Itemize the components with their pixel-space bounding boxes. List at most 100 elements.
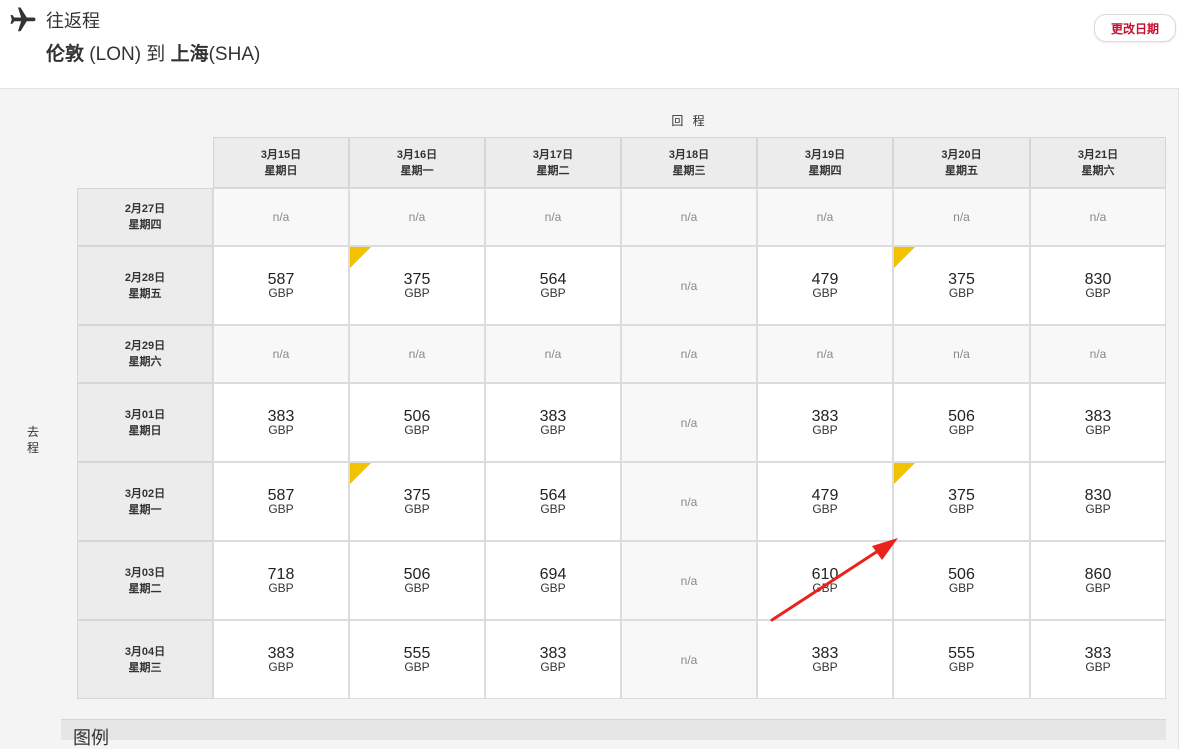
fare-na-text: n/a [680,278,698,293]
fare-price: 479 [811,270,839,288]
fare-na-text: n/a [680,573,698,588]
fare-currency: GBP [812,580,838,595]
fare-cell[interactable]: 383 GBP [757,383,893,462]
fare-cell-unavailable: n/a [349,325,485,383]
fare-price: 383 [539,407,567,425]
return-date-header: 3月16日 星期一 [349,137,485,188]
fare-currency: GBP [540,422,566,437]
depart-date-header: 2月29日星期六 [77,325,213,383]
fare-currency: GBP [268,659,294,674]
legend-section: 图例 [61,719,1166,748]
fare-na-text: n/a [1089,347,1107,361]
return-date: 3月15日 [260,148,302,161]
fare-na-text: n/a [272,347,290,361]
depart-date-header: 3月01日 星期日 [77,383,213,462]
fare-currency: GBP [404,422,430,437]
fare-cell[interactable]: 375 GBP [349,246,485,325]
fare-currency: GBP [404,501,430,516]
fare-cell[interactable]: 555 GBP [349,620,485,699]
fare-cell[interactable]: 375 GBP [893,246,1030,325]
return-date-header: 3月21日 星期六 [1030,137,1166,188]
depart-date: 2月29日 [124,340,166,352]
fare-cell[interactable]: 375 GBP [893,462,1030,541]
depart-weekday: 星期三 [128,661,162,674]
fare-cell[interactable]: 564 GBP [485,462,621,541]
fare-cell[interactable]: 555 GBP [893,620,1030,699]
return-weekday: 星期三 [672,164,706,177]
fare-cell-unavailable: n/a [621,620,757,699]
fare-cell[interactable]: 383 GBP [213,383,349,462]
fare-na-text: n/a [544,347,562,361]
fare-cell[interactable]: 718 GBP [213,541,349,620]
fare-na-text: n/a [816,347,834,361]
depart-date: 3月03日 [124,566,166,579]
fare-price: 506 [948,565,975,583]
fare-price: 610 [811,565,839,583]
return-date: 3月17日 [532,148,574,161]
fare-cell[interactable]: 383 GBP [757,620,893,699]
fare-cell[interactable]: 564 GBP [485,246,621,325]
fare-cell[interactable]: 610 GBP [757,541,893,620]
fare-currency: GBP [268,422,294,437]
fare-cell[interactable]: 383 GBP [213,620,349,699]
fare-cell[interactable]: 506 GBP [349,383,485,462]
fare-cell[interactable]: 383 GBP [1030,620,1166,699]
fare-matrix-grid: 3月15日 星期日 3月16日 星期一 3月17日 星期二 3月18日 星期三 3月19日 星期四… [0,0,1193,732]
fare-cell[interactable]: 506 GBP [893,383,1030,462]
fare-cell[interactable]: 506 GBP [349,541,485,620]
fare-na-text: n/a [272,210,290,224]
return-date-header: 3月20日 星期五 [893,137,1030,188]
fare-cell[interactable]: 383 GBP [485,383,621,462]
fare-cell[interactable]: 830 GBP [1030,462,1166,541]
fare-cell-unavailable: n/a [1030,188,1166,246]
fare-currency: GBP [404,580,430,595]
fare-price: 383 [1084,407,1112,425]
fare-price: 830 [1084,270,1112,288]
fare-cell-unavailable: n/a [621,325,757,383]
fare-cell[interactable]: 383 GBP [1030,383,1166,462]
depart-date-header: 3月04日 星期三 [77,620,213,699]
depart-date: 3月01日 [124,408,166,421]
fare-na-text: n/a [680,210,698,224]
fare-currency: GBP [540,659,566,674]
fare-currency: GBP [948,580,975,595]
fare-currency: GBP [1085,580,1111,595]
fare-cell[interactable]: 375 GBP [349,462,485,541]
fare-currency: GBP [268,580,294,595]
cheapest-flag-icon [350,247,371,268]
depart-weekday: 星期二 [128,582,162,595]
fare-cell[interactable]: 860 GBP [1030,541,1166,620]
fare-cell[interactable]: 479 GBP [757,246,893,325]
fare-na-text: n/a [408,210,426,224]
fare-currency: GBP [540,501,566,516]
fare-price: 587 [267,486,295,504]
fare-cell[interactable]: 506 GBP [893,541,1030,620]
fare-cell[interactable]: 587 GBP [213,462,349,541]
fare-cell-unavailable: n/a [213,325,349,383]
fare-price: 375 [948,486,975,504]
fare-price: 479 [811,486,839,504]
fare-cell[interactable]: 694 GBP [485,541,621,620]
fare-cell-unavailable: n/a [485,188,621,246]
fare-cell-unavailable: n/a [757,325,893,383]
fare-cell[interactable]: 587 GBP [213,246,349,325]
return-weekday: 星期二 [536,164,570,177]
fare-price: 383 [1084,644,1112,662]
return-weekday: 星期四 [808,164,842,177]
fare-cell[interactable]: 830 GBP [1030,246,1166,325]
fare-currency: GBP [268,501,294,516]
fare-na-text: n/a [680,494,698,509]
fare-currency: GBP [812,422,838,437]
fare-na-text: n/a [544,210,562,224]
depart-date-header: 2月28日 星期五 [77,246,213,325]
fare-na-text: n/a [1089,210,1107,224]
fare-cell[interactable]: 479 GBP [757,462,893,541]
fare-price: 694 [539,565,567,583]
fare-na-text: n/a [680,415,698,430]
fare-cell[interactable]: 383 GBP [485,620,621,699]
fare-cell-unavailable: n/a [621,541,757,620]
fare-price: 860 [1084,565,1112,583]
depart-weekday: 星期六 [128,356,162,368]
fare-cell-unavailable: n/a [621,188,757,246]
return-date: 3月20日 [941,148,982,161]
